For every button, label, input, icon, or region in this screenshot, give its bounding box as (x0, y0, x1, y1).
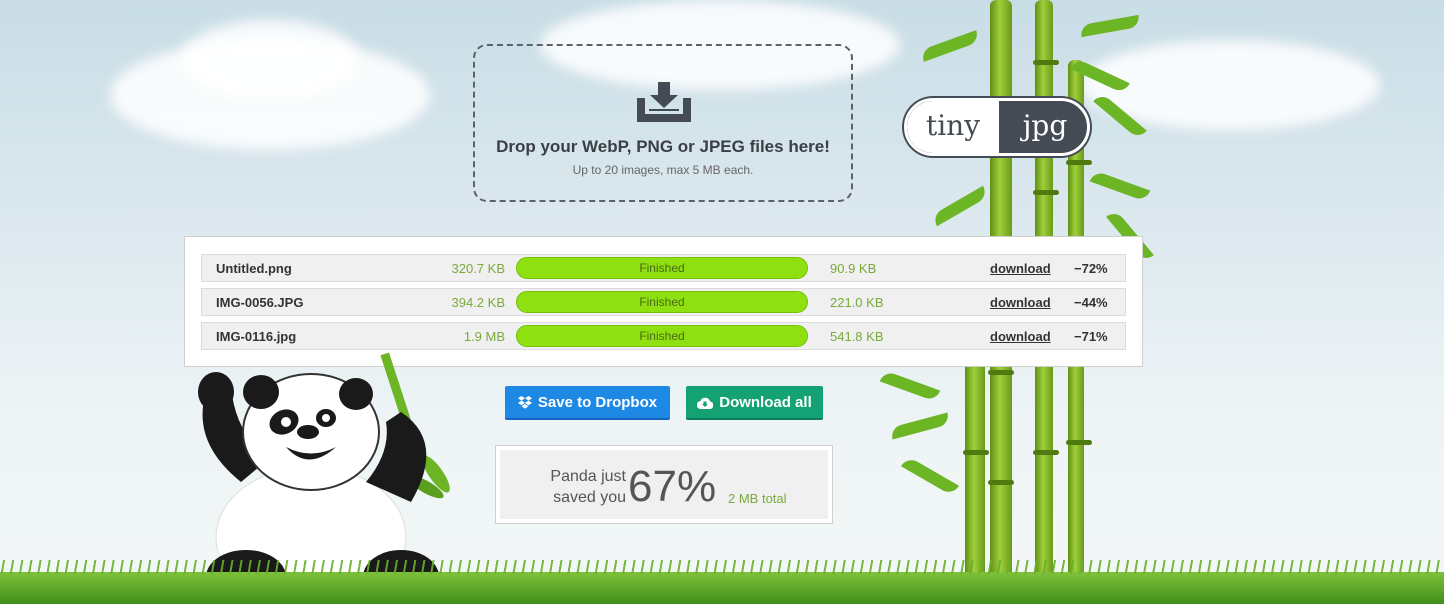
progress-bar: Finished (516, 257, 808, 279)
saving-percent: −72% (1074, 261, 1108, 276)
download-link[interactable]: download (990, 261, 1051, 276)
savings-inner: Panda just saved you 67% 2 MB total (500, 450, 828, 519)
savings-percent: 67% (628, 462, 717, 511)
file-drop-zone[interactable]: Drop your WebP, PNG or JPEG files here! … (473, 44, 853, 202)
saving-percent: −71% (1074, 329, 1108, 344)
file-name: IMG-0056.JPG (216, 295, 304, 310)
file-row: IMG-0116.jpg 1.9 MB Finished 541.8 KB do… (201, 322, 1126, 350)
cloud (180, 20, 360, 100)
grass-ground (0, 560, 1444, 604)
dropbox-icon (517, 396, 532, 409)
progress-bar: Finished (516, 325, 808, 347)
file-name: IMG-0116.jpg (216, 329, 297, 344)
file-row: IMG-0056.JPG 394.2 KB Finished 221.0 KB … (201, 288, 1126, 316)
logo-tiny-text: tiny (907, 101, 999, 153)
original-size: 320.7 KB (451, 261, 506, 276)
download-tray-icon (637, 82, 691, 122)
tinyjpg-logo[interactable]: tiny jpg (904, 98, 1090, 156)
download-link[interactable]: download (990, 329, 1051, 344)
file-row: Untitled.png 320.7 KB Finished 90.9 KB d… (201, 254, 1126, 282)
savings-label-line1: Panda just (550, 468, 626, 485)
download-all-label: Download all (719, 394, 812, 411)
saving-percent: −44% (1074, 295, 1108, 310)
compressed-size: 541.8 KB (830, 329, 884, 344)
save-to-dropbox-button[interactable]: Save to Dropbox (505, 386, 670, 420)
savings-summary: Panda just saved you 67% 2 MB total (495, 445, 833, 524)
savings-label-line2: saved you (553, 489, 626, 506)
compressed-size: 90.9 KB (830, 261, 877, 276)
download-all-button[interactable]: Download all (686, 386, 823, 420)
progress-bar: Finished (516, 291, 808, 313)
download-link[interactable]: download (990, 295, 1051, 310)
compressed-size: 221.0 KB (830, 295, 884, 310)
drop-zone-subtitle: Up to 20 images, max 5 MB each. (572, 163, 754, 177)
savings-label: Panda just saved you (516, 466, 626, 508)
dropbox-button-label: Save to Dropbox (537, 394, 658, 411)
savings-total: 2 MB total (728, 491, 787, 506)
drop-zone-title: Drop your WebP, PNG or JPEG files here! (496, 137, 830, 156)
logo-jpg-text: jpg (1022, 109, 1068, 142)
results-panel: Untitled.png 320.7 KB Finished 90.9 KB d… (184, 236, 1143, 367)
cloud-download-icon (697, 397, 714, 409)
original-size: 394.2 KB (451, 295, 506, 310)
original-size: 1.9 MB (463, 329, 505, 344)
file-name: Untitled.png (216, 261, 292, 276)
